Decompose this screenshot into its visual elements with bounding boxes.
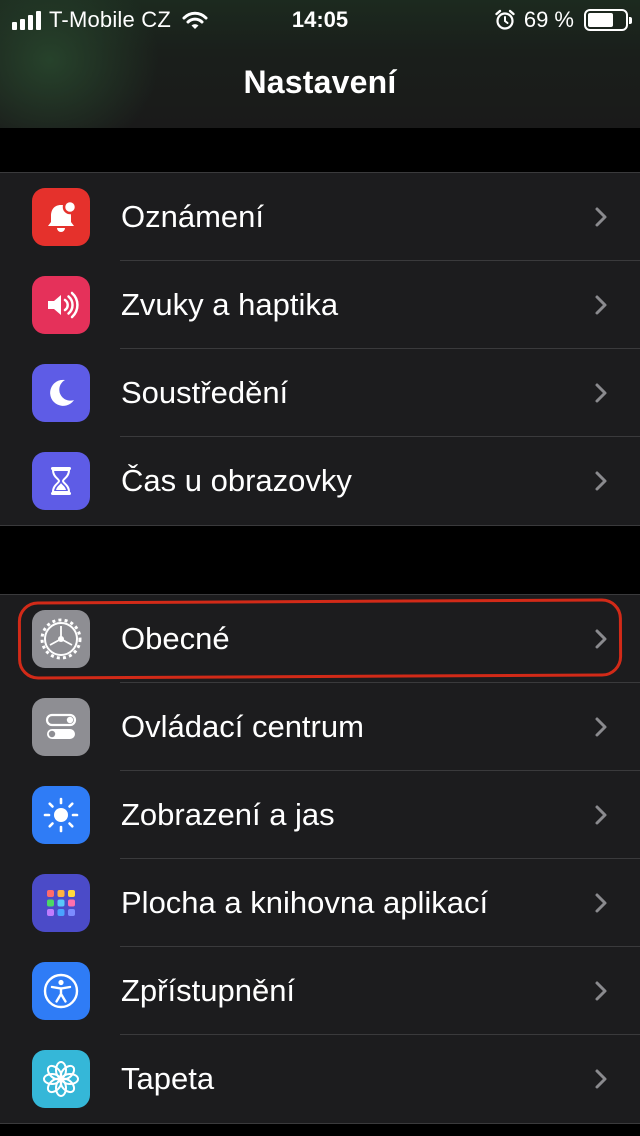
- chevron-right-icon: [595, 629, 607, 649]
- page-title: Nastavení: [243, 64, 397, 100]
- settings-row-label: Zpřístupnění: [121, 973, 296, 1008]
- wallpaper-flower-icon: [32, 1050, 90, 1108]
- settings-row-control-center[interactable]: Ovládací centrum: [0, 683, 640, 771]
- settings-row-label: Plocha a knihovna aplikací: [121, 885, 489, 920]
- settings-row-label: Obecné: [121, 621, 230, 656]
- chevron-right-icon: [595, 1069, 607, 1089]
- settings-group-2: Obecné Ovládací centrum Zobrazení a jas …: [0, 594, 640, 1124]
- chevron-right-icon: [595, 207, 607, 227]
- gear-icon: [32, 610, 90, 668]
- chevron-right-icon: [595, 893, 607, 913]
- chevron-right-icon: [595, 471, 607, 491]
- settings-row-focus[interactable]: Soustředění: [0, 349, 640, 437]
- settings-group-1: Oznámení Zvuky a haptika Soustředění Čas…: [0, 172, 640, 526]
- chevron-right-icon: [595, 981, 607, 1001]
- settings-row-notifications[interactable]: Oznámení: [0, 173, 640, 261]
- settings-row-label: Ovládací centrum: [121, 709, 364, 744]
- chevron-right-icon: [595, 717, 607, 737]
- settings-row-screen-time[interactable]: Čas u obrazovky: [0, 437, 640, 525]
- settings-row-accessibility[interactable]: Zpřístupnění: [0, 947, 640, 1035]
- settings-row-label: Soustředění: [121, 375, 289, 410]
- alarm-icon: [495, 9, 515, 30]
- settings-row-general[interactable]: Obecné: [0, 595, 640, 683]
- chevron-right-icon: [595, 383, 607, 403]
- chevron-right-icon: [595, 805, 607, 825]
- settings-row-display[interactable]: Zobrazení a jas: [0, 771, 640, 859]
- settings-row-label: Čas u obrazovky: [121, 463, 352, 498]
- battery-percentage: 69 %: [523, 7, 574, 32]
- control-center-toggles-icon: [32, 698, 90, 756]
- settings-row-sounds[interactable]: Zvuky a haptika: [0, 261, 640, 349]
- battery-icon: [584, 9, 632, 31]
- accessibility-icon: [32, 962, 90, 1020]
- display-sun-icon: [32, 786, 90, 844]
- settings-row-label: Tapeta: [121, 1061, 215, 1096]
- navigation-header: T-Mobile CZ 14:05 69 % Nastavení: [0, 0, 640, 128]
- settings-row-label: Zvuky a haptika: [121, 287, 339, 322]
- settings-row-label: Zobrazení a jas: [121, 797, 335, 832]
- sounds-icon: [32, 276, 90, 334]
- status-bar: T-Mobile CZ 14:05 69 %: [0, 0, 640, 40]
- home-screen-grid-icon: [32, 874, 90, 932]
- chevron-right-icon: [595, 295, 607, 315]
- focus-moon-icon: [32, 364, 90, 422]
- screen-time-hourglass-icon: [32, 452, 90, 510]
- notifications-icon: [32, 188, 90, 246]
- settings-row-home-screen[interactable]: Plocha a knihovna aplikací: [0, 859, 640, 947]
- settings-row-label: Oznámení: [121, 199, 265, 234]
- settings-row-wallpaper[interactable]: Tapeta: [0, 1035, 640, 1123]
